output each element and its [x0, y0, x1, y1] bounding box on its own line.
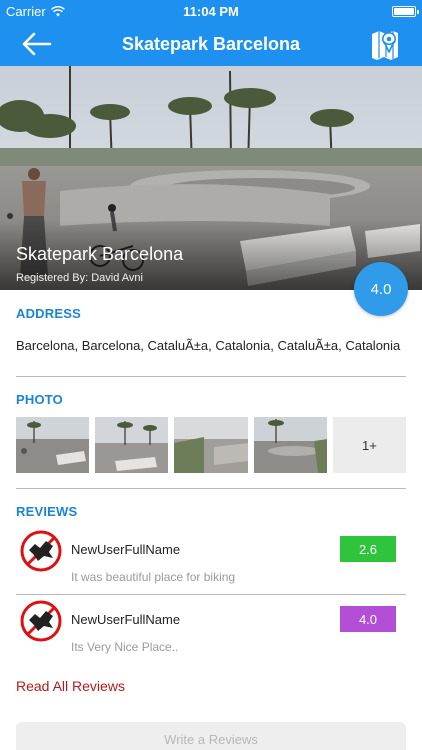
review-item[interactable]: NewUserFullName Its Very Nice Place.. 4.… [16, 600, 406, 660]
review-text: It was beautiful place for biking [71, 570, 236, 584]
thumbnail-image [95, 417, 169, 473]
thumbnail-image [253, 417, 327, 473]
status-bar: Carrier 11:04 PM [0, 0, 422, 22]
review-item[interactable]: NewUserFullName It was beautiful place f… [16, 530, 406, 590]
reviews-heading: REVIEWS [16, 504, 78, 519]
avatar [20, 530, 62, 572]
map-pin-icon [372, 31, 398, 60]
hero-photo[interactable]: Skatepark Barcelona Registered By: David… [0, 66, 422, 290]
write-review-button[interactable]: Write a Reviews [16, 722, 406, 750]
divider [16, 376, 406, 377]
photo-thumbnail[interactable] [174, 417, 248, 473]
thumbnail-image [16, 417, 90, 473]
address-heading: ADDRESS [16, 306, 81, 321]
user-avatar-icon [20, 600, 62, 642]
reviewer-name: NewUserFullName [71, 612, 181, 627]
photo-strip: 1+ [16, 417, 407, 473]
review-score-badge: 2.6 [340, 536, 396, 562]
battery-icon [392, 6, 419, 17]
navigation-bar: Skatepark Barcelona [0, 22, 422, 66]
review-score-badge: 4.0 [340, 606, 396, 632]
map-button[interactable] [370, 28, 400, 60]
rating-badge: 4.0 [354, 262, 408, 316]
more-photos-button[interactable]: 1+ [332, 417, 407, 473]
reviewer-name: NewUserFullName [71, 542, 181, 557]
registered-by: Registered By: David Avni [16, 272, 143, 284]
avatar [20, 600, 62, 642]
photo-heading: PHOTO [16, 392, 63, 407]
place-title: Skatepark Barcelona [16, 244, 184, 264]
thumbnail-image [174, 417, 248, 473]
page-title: Skatepark Barcelona [121, 34, 301, 54]
divider [16, 594, 406, 595]
divider [16, 488, 406, 489]
read-all-reviews-link[interactable]: Read All Reviews [16, 678, 125, 694]
status-time: 11:04 PM [183, 4, 239, 19]
photo-thumbnail[interactable] [253, 417, 327, 473]
user-avatar-icon [20, 530, 62, 572]
photo-thumbnail[interactable] [16, 417, 90, 473]
photo-thumbnail[interactable] [95, 417, 169, 473]
address-text: Barcelona, Barcelona, CataluÃ±a, Catalon… [16, 338, 401, 353]
review-text: Its Very Nice Place.. [71, 640, 179, 654]
